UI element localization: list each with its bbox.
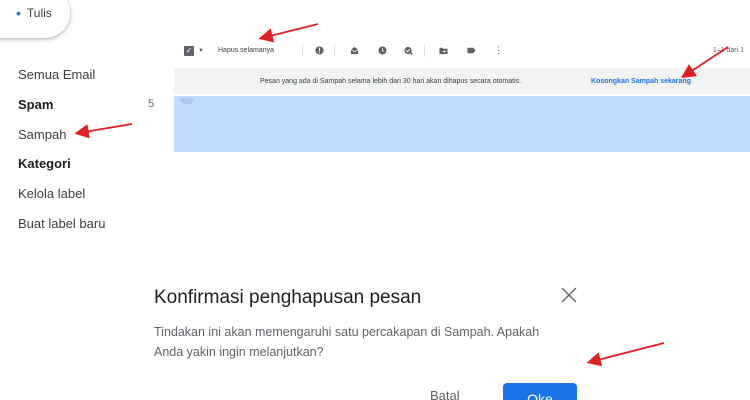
close-icon[interactable] bbox=[560, 286, 578, 304]
cancel-button[interactable]: Batal bbox=[430, 388, 460, 400]
arrow-to-trash bbox=[74, 123, 133, 139]
mark-unread-icon[interactable] bbox=[350, 46, 359, 55]
add-to-tasks-icon[interactable] bbox=[404, 46, 413, 55]
dialog-message-line1: Tindakan ini akan memengaruhi satu perca… bbox=[154, 325, 540, 339]
arrow-to-delete-forever bbox=[258, 23, 319, 43]
confirm-delete-dialog: Konfirmasi penghapusan pesan Tindakan in… bbox=[130, 262, 610, 400]
banner-message: Pesan yang ada di Sampah selama lebih da… bbox=[260, 77, 522, 85]
dialog-message: Tindakan ini akan memengaruhi satu perca… bbox=[154, 322, 594, 362]
sidebar-item-create-label[interactable]: Buat label baru bbox=[18, 216, 105, 231]
sidebar-item-trash[interactable]: Sampah bbox=[18, 127, 66, 142]
delete-forever-button[interactable]: Hapus selamanya bbox=[218, 47, 274, 54]
snooze-icon[interactable] bbox=[378, 46, 387, 55]
compose-button[interactable]: • Tulis bbox=[0, 0, 70, 38]
compose-label: Tulis bbox=[26, 6, 52, 20]
toolbar: ✓ ▼ Hapus selamanya ⋮ 1–1 dari 1 bbox=[174, 40, 750, 62]
dialog-title: Konfirmasi penghapusan pesan bbox=[154, 287, 422, 308]
spam-count-badge: 5 bbox=[148, 98, 155, 110]
select-checkbox-icon[interactable]: ✓ bbox=[184, 46, 194, 56]
sidebar-item-all-mail[interactable]: Semua Email bbox=[18, 67, 95, 82]
trash-info-banner: Pesan yang ada di Sampah selama lebih da… bbox=[174, 68, 750, 94]
dialog-message-line2: Anda yakin ingin melanjutkan? bbox=[154, 345, 324, 359]
ok-button[interactable]: Oke bbox=[503, 383, 577, 400]
empty-trash-link[interactable]: Kosongkan Sampah sekarang bbox=[591, 78, 691, 85]
row-avatar bbox=[180, 98, 194, 104]
sidebar-item-categories[interactable]: Kategori bbox=[18, 156, 71, 171]
plus-icon: • bbox=[16, 5, 21, 21]
report-spam-icon[interactable] bbox=[315, 46, 324, 55]
more-icon[interactable]: ⋮ bbox=[494, 45, 503, 56]
select-dropdown-icon[interactable]: ▼ bbox=[198, 48, 204, 54]
label-icon[interactable] bbox=[467, 46, 476, 55]
sidebar-item-manage-labels[interactable]: Kelola label bbox=[18, 186, 85, 201]
sidebar-item-spam[interactable]: Spam bbox=[18, 97, 53, 112]
move-to-icon[interactable] bbox=[439, 46, 448, 55]
page-count: 1–1 dari 1 bbox=[712, 47, 744, 54]
email-row-selected[interactable] bbox=[174, 96, 750, 152]
